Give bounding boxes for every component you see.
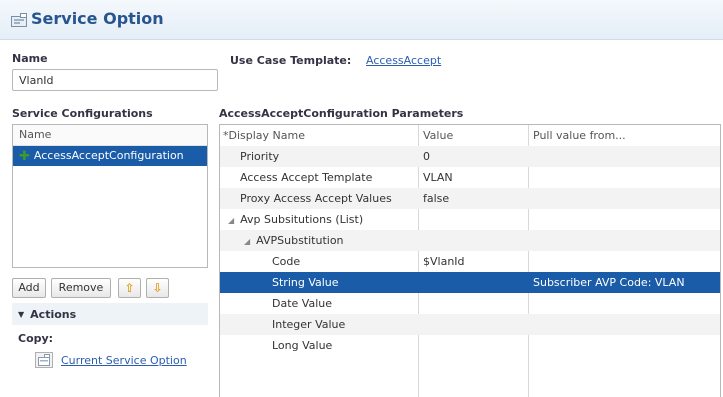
cell-value[interactable]: [423, 230, 528, 251]
cell-display-name-text: Avp Subsitutions (List): [240, 213, 364, 226]
cell-pull-value-from[interactable]: [533, 230, 719, 251]
cell-display-name-text: Priority: [240, 150, 280, 163]
use-case-template-link[interactable]: AccessAccept: [366, 54, 441, 67]
actions-title: Actions: [30, 307, 77, 321]
arrow-down-icon: ⇩: [152, 281, 163, 295]
column-header-display-name[interactable]: *Display Name: [220, 125, 421, 146]
cell-display-name-text: Integer Value: [272, 318, 346, 331]
column-header-value[interactable]: Value: [423, 125, 528, 146]
copy-label: Copy:: [18, 332, 54, 345]
cell-display-name-text: Access Accept Template: [240, 171, 373, 184]
cell-pull-value-from[interactable]: [533, 293, 719, 314]
list-column-header: Name: [13, 125, 207, 146]
cell-value[interactable]: $VlanId: [423, 251, 528, 272]
cell-pull-value-from[interactable]: [533, 209, 719, 230]
table-row[interactable]: Code $VlanId: [220, 251, 720, 272]
cell-pull-value-from[interactable]: [533, 335, 719, 356]
cell-display-name-text: Proxy Access Accept Values: [240, 192, 392, 205]
parameters-table[interactable]: *Display Name Value Pull value from... P…: [219, 124, 721, 397]
cell-value[interactable]: [423, 314, 528, 335]
table-row[interactable]: Integer Value: [220, 314, 720, 335]
list-item-access-accept-configuration[interactable]: ✚ AccessAcceptConfiguration: [13, 146, 207, 166]
service-option-icon: [11, 13, 27, 30]
expand-triangle-icon[interactable]: ◢: [244, 237, 250, 246]
cell-display-name-text: Code: [272, 255, 301, 268]
cell-pull-value-from[interactable]: [533, 167, 719, 188]
service-configurations-heading: Service Configurations: [12, 107, 153, 120]
name-input[interactable]: [12, 69, 218, 91]
use-case-template-label: Use Case Template:: [230, 54, 352, 67]
table-row[interactable]: Proxy Access Accept Values false: [220, 188, 720, 209]
cell-display-name: ◢ AVPSubstitution: [220, 230, 442, 251]
table-row[interactable]: String Value Subscriber AVP Code: VLAN: [220, 272, 720, 293]
cell-display-name: Proxy Access Accept Values: [220, 188, 438, 209]
move-down-button[interactable]: ⇩: [146, 278, 169, 298]
cell-display-name-text: Date Value: [272, 297, 332, 310]
cell-display-name-text: Long Value: [272, 339, 333, 352]
table-row[interactable]: Date Value: [220, 293, 720, 314]
expand-triangle-icon[interactable]: ◢: [228, 216, 234, 225]
cell-value[interactable]: 0: [423, 146, 528, 167]
page-header: Service Option: [0, 0, 723, 40]
copy-service-option-icon[interactable]: [35, 352, 53, 371]
cell-display-name: Priority: [220, 146, 438, 167]
cell-value[interactable]: [423, 272, 528, 293]
cell-value[interactable]: [423, 209, 528, 230]
table-header-row: *Display Name Value Pull value from...: [220, 125, 720, 147]
cell-value[interactable]: VLAN: [423, 167, 528, 188]
parameters-heading: AccessAcceptConfiguration Parameters: [219, 107, 464, 120]
table-row[interactable]: ◢ AVPSubstitution: [220, 230, 720, 251]
name-label: Name: [12, 52, 48, 65]
cell-display-name: ◢ Avp Subsitutions (List): [220, 209, 426, 230]
table-row[interactable]: Priority 0: [220, 146, 720, 167]
remove-button[interactable]: Remove: [51, 278, 111, 298]
cell-display-name: Access Accept Template: [220, 167, 438, 188]
cell-display-name-text: String Value: [272, 276, 339, 289]
page-title: Service Option: [31, 9, 164, 28]
arrow-up-icon: ⇧: [124, 281, 135, 295]
list-item-label: AccessAcceptConfiguration: [33, 149, 184, 162]
cell-display-name-text: AVPSubstitution: [256, 234, 344, 247]
cell-pull-value-from[interactable]: Subscriber AVP Code: VLAN: [533, 272, 719, 293]
table-row[interactable]: ◢ Avp Subsitutions (List): [220, 209, 720, 230]
service-configurations-list[interactable]: Name ✚ AccessAcceptConfiguration: [12, 124, 208, 268]
plus-icon: ✚: [19, 148, 30, 164]
move-up-button[interactable]: ⇧: [118, 278, 141, 298]
cell-pull-value-from[interactable]: [533, 146, 719, 167]
cell-pull-value-from[interactable]: [533, 251, 719, 272]
cell-value[interactable]: [423, 335, 528, 356]
table-row[interactable]: Long Value: [220, 335, 720, 356]
copy-current-service-option-link[interactable]: Current Service Option: [61, 354, 187, 367]
actions-section-header[interactable]: ▼ Actions: [12, 303, 208, 325]
cell-value[interactable]: [423, 293, 528, 314]
table-row[interactable]: Access Accept Template VLAN: [220, 167, 720, 188]
column-header-pull-value-from[interactable]: Pull value from...: [533, 125, 719, 146]
cell-value[interactable]: false: [423, 188, 528, 209]
add-button[interactable]: Add: [12, 278, 46, 298]
cell-pull-value-from[interactable]: [533, 314, 719, 335]
cell-pull-value-from[interactable]: [533, 188, 719, 209]
chevron-down-icon: ▼: [18, 309, 25, 319]
